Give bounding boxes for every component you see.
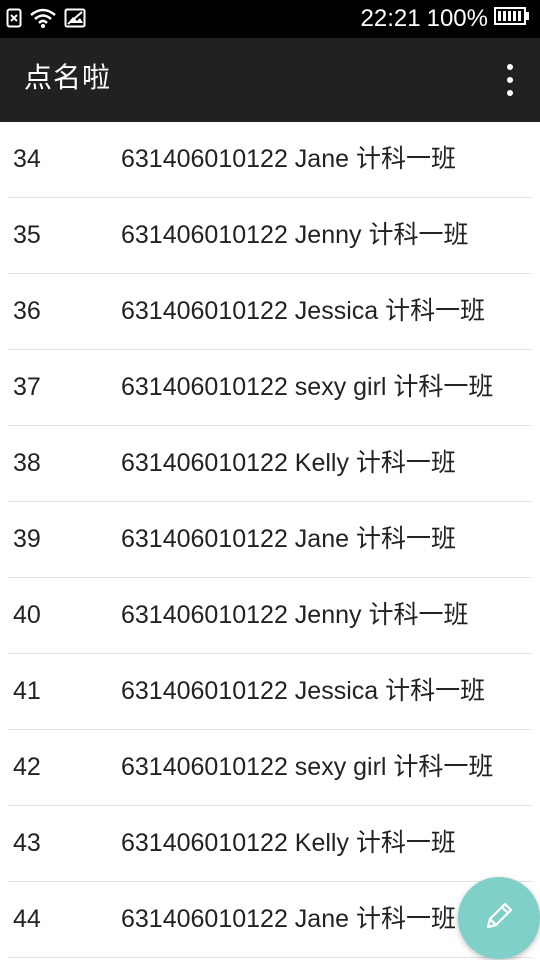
- list-item[interactable]: 41 631406010122 Jessica 计科一班: [8, 654, 532, 730]
- status-right: 22:21 100%: [361, 4, 530, 34]
- list-item[interactable]: 43 631406010122 Kelly 计科一班: [8, 806, 532, 882]
- list-item[interactable]: 35 631406010122 Jenny 计科一班: [8, 198, 532, 274]
- item-number: 34: [13, 145, 41, 173]
- list-item[interactable]: 42 631406010122 sexy girl 计科一班: [8, 730, 532, 806]
- item-info: 631406010122 Jessica 计科一班: [121, 297, 486, 325]
- status-icons-left: [6, 8, 86, 32]
- list-item[interactable]: 38 631406010122 Kelly 计科一班: [8, 426, 532, 502]
- item-info: 631406010122 Kelly 计科一班: [121, 449, 456, 477]
- pencil-icon: [482, 899, 516, 937]
- item-number: 44: [13, 905, 41, 933]
- list-item[interactable]: 36 631406010122 Jessica 计科一班: [8, 274, 532, 350]
- sim-error-icon: [6, 8, 22, 32]
- battery-icon: [494, 4, 530, 34]
- item-number: 36: [13, 297, 41, 325]
- list-item[interactable]: 37 631406010122 sexy girl 计科一班: [8, 350, 532, 426]
- item-info: 631406010122 Jenny 计科一班: [121, 601, 469, 629]
- item-info: 631406010122 Jane 计科一班: [121, 145, 456, 173]
- item-info: 631406010122 Jane 计科一班: [121, 525, 456, 553]
- item-info: 631406010122 Kelly 计科一班: [121, 829, 456, 857]
- student-list[interactable]: 34 631406010122 Jane 计科一班 35 63140601012…: [0, 122, 540, 960]
- item-number: 39: [13, 525, 41, 553]
- item-info: 631406010122 Jane 计科一班: [121, 905, 456, 933]
- item-number: 40: [13, 601, 41, 629]
- item-number: 43: [13, 829, 41, 857]
- app-bar: 点名啦: [0, 38, 540, 122]
- item-number: 38: [13, 449, 41, 477]
- item-info: 631406010122 Jessica 计科一班: [121, 677, 486, 705]
- item-info: 631406010122 sexy girl 计科一班: [121, 753, 494, 781]
- image-icon: [64, 8, 86, 32]
- item-number: 41: [13, 677, 41, 705]
- battery-percent: 100%: [426, 5, 488, 32]
- app-title: 点名啦: [24, 61, 112, 94]
- list-item[interactable]: 39 631406010122 Jane 计科一班: [8, 502, 532, 578]
- more-vert-icon[interactable]: [502, 64, 518, 96]
- item-info: 631406010122 Jenny 计科一班: [121, 221, 469, 249]
- list-item[interactable]: 40 631406010122 Jenny 计科一班: [8, 578, 532, 654]
- item-number: 37: [13, 373, 41, 401]
- item-number: 35: [13, 221, 41, 249]
- list-item[interactable]: 34 631406010122 Jane 计科一班: [8, 122, 532, 198]
- wifi-icon: [30, 8, 56, 32]
- status-bar: 22:21 100%: [0, 0, 540, 38]
- list-item[interactable]: 44 631406010122 Jane 计科一班: [8, 882, 532, 958]
- edit-fab-button[interactable]: [458, 877, 540, 959]
- item-info: 631406010122 sexy girl 计科一班: [121, 373, 494, 401]
- item-number: 42: [13, 753, 41, 781]
- clock: 22:21: [360, 5, 421, 32]
